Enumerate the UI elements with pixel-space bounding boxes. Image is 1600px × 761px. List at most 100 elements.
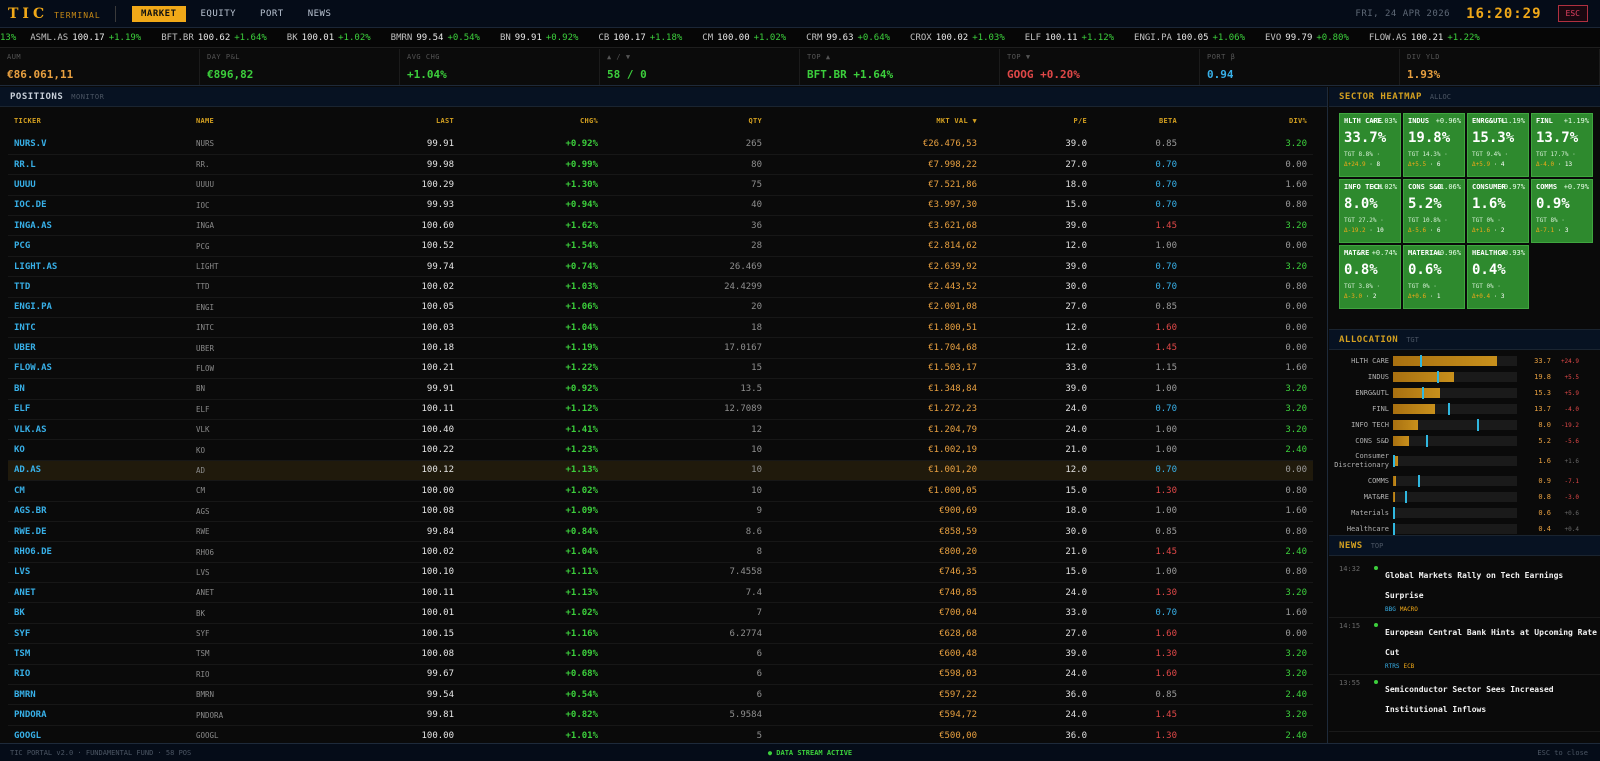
cell-ticker[interactable]: BMRN: [8, 684, 190, 706]
tab-port[interactable]: PORT: [251, 6, 293, 22]
ticker-item[interactable]: CM 100.00 +1.02%: [702, 33, 786, 43]
cell-ticker[interactable]: CM: [8, 480, 190, 502]
heatmap-tile[interactable]: CONSUMER +0.97% 1.6% TGT 0% · Δ+1.6 · 2: [1467, 179, 1529, 243]
table-row[interactable]: UUUU UUUU 100.29 +1.30% 75 €7.521,86 18.0 0.70 1…: [8, 174, 1313, 196]
cell-ticker[interactable]: ANET: [8, 582, 190, 604]
cell-ticker[interactable]: NURS.V: [8, 134, 190, 155]
table-row[interactable]: ANET ANET 100.11 +1.13% 7.4 €740,85 24.0 1.30 3.…: [8, 582, 1313, 604]
ticker-item[interactable]: CROX 100.02 +1.03%: [910, 33, 1005, 43]
heatmap-tile[interactable]: INFO TECH +1.02% 8.0% TGT 27.2% · Δ-19.2 · 1…: [1339, 179, 1401, 243]
table-row[interactable]: RR.L RR. 99.98 +0.99% 80 €7.998,22 27.0 0.70 0.0…: [8, 154, 1313, 176]
table-row[interactable]: BK BK 100.01 +1.02% 7 €700,04 33.0 0.70 1.60: [8, 602, 1313, 624]
cell-ticker[interactable]: VLK.AS: [8, 419, 190, 441]
table-row[interactable]: RHO6.DE RHO6 100.02 +1.04% 8 €800,20 21.0 1.45 2…: [8, 541, 1313, 563]
cell-ticker[interactable]: PCG: [8, 235, 190, 257]
cell-ticker[interactable]: UUUU: [8, 174, 190, 196]
heatmap-tile[interactable]: HEALTHCA +0.93% 0.4% TGT 0% · Δ+0.4 · 3: [1467, 245, 1529, 309]
news-item[interactable]: 14:32 Global Markets Rally on Tech Earnin…: [1329, 561, 1600, 618]
cell-ticker[interactable]: RR.L: [8, 154, 190, 176]
cell-ticker[interactable]: PNDORA: [8, 704, 190, 726]
table-row[interactable]: AD.AS AD 100.12 +1.13% 10 €1.001,20 12.0 0.70 0.…: [8, 460, 1313, 482]
table-row[interactable]: VLK.AS VLK 100.40 +1.41% 12 €1.204,79 24.0 1.00…: [8, 419, 1313, 441]
news-item[interactable]: 13:55 Semiconductor Sector Sees Increased…: [1329, 675, 1600, 732]
table-row[interactable]: SYF SYF 100.15 +1.16% 6.2774 €628,68 27.0 1.60 0…: [8, 623, 1313, 645]
cell-ticker[interactable]: IOC.DE: [8, 195, 190, 217]
table-row[interactable]: IOC.DE IOC 99.93 +0.94% 40 €3.997,30 15.0 0.70 0…: [8, 195, 1313, 217]
cell-ticker[interactable]: AGS.BR: [8, 501, 190, 522]
news-item[interactable]: 14:15 European Central Bank Hints at Upco…: [1329, 618, 1600, 675]
heatmap-tile[interactable]: CONS S&D +1.06% 5.2% TGT 10.8% · Δ-5.6 · 6: [1403, 179, 1465, 243]
table-row[interactable]: BN BN 99.91 +0.92% 13.5 €1.348,84 39.0 1.00 3.20: [8, 378, 1313, 400]
table-row[interactable]: RIO RIO 99.67 +0.68% 6 €598,03 24.0 1.60 3.20: [8, 664, 1313, 686]
ticker-item[interactable]: CB 100.17 +1.18%: [598, 33, 682, 43]
table-row[interactable]: ENGI.PA ENGI 100.05 +1.06% 20 €2.001,08 27.0 0.…: [8, 297, 1313, 319]
column-header[interactable]: BETA: [1093, 107, 1183, 134]
tab-market[interactable]: MARKET: [132, 5, 186, 22]
cell-ticker[interactable]: AD.AS: [8, 460, 190, 482]
ticker-item[interactable]: ELF 100.11 +1.12%: [1025, 33, 1114, 43]
column-header[interactable]: MKT VAL ▼: [768, 107, 983, 134]
cell-ticker[interactable]: KO: [8, 439, 190, 461]
cell-ticker[interactable]: BN: [8, 378, 190, 400]
cell-ticker[interactable]: LIGHT.AS: [8, 256, 190, 278]
cell-ticker[interactable]: ENGI.PA: [8, 297, 190, 319]
table-row[interactable]: KO KO 100.22 +1.23% 10 €1.002,19 21.0 1.00 2.40: [8, 439, 1313, 461]
table-row[interactable]: FLOW.AS FLOW 100.21 +1.22% 15 €1.503,17 33.0 1.…: [8, 358, 1313, 380]
ticker-item[interactable]: BFT.BR 100.62 +1.64%: [161, 33, 267, 43]
cell-ticker[interactable]: RIO: [8, 664, 190, 686]
ticker-item[interactable]: CRM 99.63 +0.64%: [806, 33, 890, 43]
table-row[interactable]: TSM TSM 100.08 +1.09% 6 €600,48 39.0 1.30 3.20: [8, 643, 1313, 665]
ticker-item[interactable]: BK 100.01 +1.02%: [287, 33, 371, 43]
cell-ticker[interactable]: LVS: [8, 562, 190, 584]
heatmap-tile[interactable]: COMMS +0.79% 0.9% TGT 8% · Δ-7.1 · 3: [1531, 179, 1593, 243]
table-row[interactable]: RWE.DE RWE 99.84 +0.84% 8.6 €858,59 30.0 0.85 0.…: [8, 521, 1313, 543]
table-row[interactable]: AGS.BR AGS 100.08 +1.09% 9 €900,69 18.0 1.00 1.6…: [8, 501, 1313, 522]
ticker-item[interactable]: BN 99.91 +0.92%: [500, 33, 578, 43]
heatmap-tile[interactable]: FINL +1.19% 13.7% TGT 17.7% · Δ-4.0 · 13: [1531, 113, 1593, 177]
column-header[interactable]: QTY: [604, 107, 768, 134]
table-row[interactable]: LIGHT.AS LIGHT 99.74 +0.74% 26.469 €2.639,92 3…: [8, 256, 1313, 278]
cell-ticker[interactable]: RWE.DE: [8, 521, 190, 543]
cell-ticker[interactable]: TTD: [8, 276, 190, 298]
cell-ticker[interactable]: RHO6.DE: [8, 541, 190, 563]
table-row[interactable]: UBER UBER 100.18 +1.19% 17.0167 €1.704,68 12.0…: [8, 337, 1313, 359]
tab-equity[interactable]: EQUITY: [192, 6, 246, 22]
cell-ticker[interactable]: INGA.AS: [8, 215, 190, 237]
table-row[interactable]: CM CM 100.00 +1.02% 10 €1.000,05 15.0 1.30 0.80: [8, 480, 1313, 502]
table-row[interactable]: TTD TTD 100.02 +1.03% 24.4299 €2.443,52 30.0 0.…: [8, 276, 1313, 298]
column-header[interactable]: CHG%: [460, 107, 604, 134]
column-header[interactable]: P/E: [983, 107, 1093, 134]
news-headline[interactable]: Global Markets Rally on Tech Earnings Su…: [1385, 561, 1600, 606]
table-row[interactable]: PNDORA PNDORA 99.81 +0.82% 5.9584 €594,72 24.0…: [8, 704, 1313, 726]
heatmap-tile[interactable]: MAT&RE +0.74% 0.8% TGT 3.8% · Δ-3.0 · 2: [1339, 245, 1401, 309]
heatmap-tile[interactable]: INDUS +0.96% 19.8% TGT 14.3% · Δ+5.5 · 6: [1403, 113, 1465, 177]
table-row[interactable]: LVS LVS 100.10 +1.11% 7.4558 €746,35 15.0 1.00 0…: [8, 562, 1313, 584]
table-row[interactable]: BMRN BMRN 99.54 +0.54% 6 €597,22 36.0 0.85 2.40: [8, 684, 1313, 706]
cell-ticker[interactable]: FLOW.AS: [8, 358, 190, 380]
cell-ticker[interactable]: ELF: [8, 399, 190, 420]
table-row[interactable]: INGA.AS INGA 100.60 +1.62% 36 €3.621,68 39.0 1.…: [8, 215, 1313, 237]
news-headline[interactable]: European Central Bank Hints at Upcoming …: [1385, 618, 1600, 663]
cell-ticker[interactable]: SYF: [8, 623, 190, 645]
column-header[interactable]: DIV%: [1183, 107, 1313, 134]
cell-ticker[interactable]: INTC: [8, 317, 190, 339]
news-headline[interactable]: Semiconductor Sector Sees Increased Inst…: [1385, 675, 1600, 720]
table-row[interactable]: ELF ELF 100.11 +1.12% 12.7089 €1.272,23 24.0 0.…: [8, 399, 1313, 420]
esc-button[interactable]: ESC: [1557, 5, 1588, 22]
ticker-item[interactable]: ENGI.PA 100.05 +1.06%: [1134, 33, 1245, 43]
ticker-item[interactable]: BMRN 99.54 +0.54%: [391, 33, 480, 43]
column-header[interactable]: LAST: [320, 107, 460, 134]
cell-ticker[interactable]: UBER: [8, 337, 190, 359]
ticker-item[interactable]: EVO 99.79 +0.80%: [1265, 33, 1349, 43]
column-header[interactable]: NAME: [190, 107, 320, 134]
table-row[interactable]: NURS.V NURS 99.91 +0.92% 265 €26.476,53 39.0 0.…: [8, 134, 1313, 155]
table-row[interactable]: INTC INTC 100.03 +1.04% 18 €1.800,51 12.0 1.60 0…: [8, 317, 1313, 339]
ticker-item[interactable]: FLOW.AS 100.21 +1.22%: [1369, 33, 1480, 43]
cell-ticker[interactable]: TSM: [8, 643, 190, 665]
heatmap-tile[interactable]: ENRG&UTL +1.19% 15.3% TGT 9.4% · Δ+5.9 · 4: [1467, 113, 1529, 177]
tab-news[interactable]: NEWS: [299, 6, 341, 22]
column-header[interactable]: TICKER: [8, 107, 190, 134]
cell-ticker[interactable]: BK: [8, 602, 190, 624]
ticker-item[interactable]: ASML.AS 100.17 +1.19%: [30, 33, 141, 43]
table-row[interactable]: PCG PCG 100.52 +1.54% 28 €2.814,62 12.0 1.00 0.0…: [8, 235, 1313, 257]
